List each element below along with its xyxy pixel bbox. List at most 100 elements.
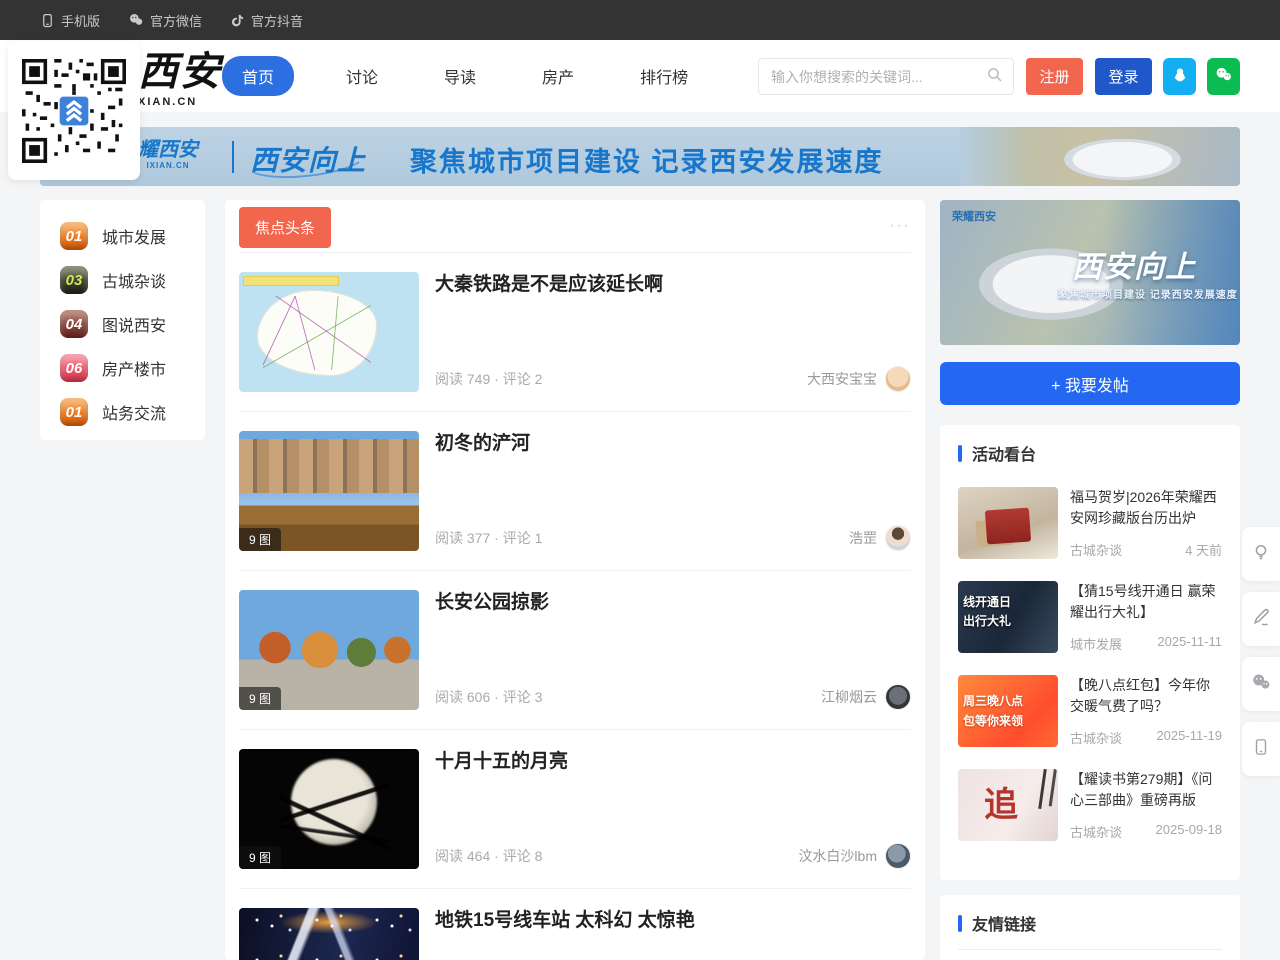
image-count-badge: 9 图 bbox=[239, 846, 281, 869]
site-logo-cn: 西安 bbox=[138, 48, 222, 96]
activity-category[interactable]: 古城杂谈 bbox=[1070, 540, 1122, 559]
tips-button[interactable] bbox=[1242, 527, 1280, 581]
nav-item-ranking[interactable]: 排行榜 bbox=[626, 56, 702, 96]
avatar[interactable] bbox=[885, 366, 911, 392]
banner-divider bbox=[232, 141, 234, 173]
post-author[interactable]: 浩罡 bbox=[849, 525, 911, 551]
sidebar-item-photo-xian[interactable]: 04 图说西安 bbox=[60, 302, 205, 346]
activity-category[interactable]: 城市发展 bbox=[1070, 634, 1122, 653]
post-thumbnail[interactable] bbox=[239, 272, 419, 392]
avatar[interactable] bbox=[885, 843, 911, 869]
wechat-icon bbox=[1214, 65, 1233, 88]
activity-category[interactable]: 古城杂谈 bbox=[1070, 822, 1122, 841]
post-row: 地铁15号线车站 太科幻 太惊艳 bbox=[239, 889, 911, 960]
nav-item-realestate[interactable]: 房产 bbox=[528, 56, 588, 96]
nav-item-home[interactable]: 首页 bbox=[222, 56, 294, 96]
activity-time: 2025-11-19 bbox=[1156, 728, 1222, 747]
nav-item-guide[interactable]: 导读 bbox=[430, 56, 490, 96]
tab-focus-headlines[interactable]: 焦点头条 bbox=[239, 207, 331, 248]
site-qr-code bbox=[8, 42, 140, 180]
activity-title: 【耀读书第279期】《问心三部曲》重磅再版 bbox=[1070, 769, 1222, 811]
post-row: 9 图 初冬的浐河 阅读 377 · 评论 1 浩罡 bbox=[239, 412, 911, 571]
post-meta: 阅读 464 · 评论 8 bbox=[435, 846, 542, 866]
activity-category[interactable]: 古城杂谈 bbox=[1070, 728, 1122, 747]
post-title[interactable]: 长安公园掠影 bbox=[435, 590, 911, 617]
sidebar-promo-banner[interactable]: 荣耀西安 西安向上 聚焦城市项目建设 记录西安发展速度 bbox=[940, 200, 1240, 345]
activity-title: 【晚八点红包】今年你交暖气费了吗？ bbox=[1070, 675, 1222, 717]
wechat-login-button[interactable] bbox=[1207, 58, 1240, 95]
qq-login-button[interactable] bbox=[1163, 58, 1196, 95]
activity-thumbnail: 周三晚八点包等你来领 bbox=[958, 675, 1058, 747]
banner-brand-cn: 耀西安 bbox=[138, 137, 198, 161]
wechat-chat-icon bbox=[1250, 671, 1272, 698]
sidebar-banner-brand: 荣耀西安 bbox=[952, 208, 996, 224]
topbar: 手机版 官方微信 官方抖音 bbox=[0, 0, 1280, 40]
sidebar-item-realestate[interactable]: 06 房产楼市 bbox=[60, 346, 205, 390]
topbar-wechat-link[interactable]: 官方微信 bbox=[128, 11, 202, 30]
mobile-version-button[interactable] bbox=[1242, 722, 1280, 776]
activity-item[interactable]: 追 【耀读书第279期】《问心三部曲》重磅再版 古城杂谈 2025-09-18 bbox=[958, 769, 1222, 841]
post-author[interactable]: 汶水白沙lbm bbox=[798, 843, 911, 869]
post-meta: 阅读 377 · 评论 1 bbox=[435, 528, 542, 548]
post-thumbnail[interactable]: 9 图 bbox=[239, 590, 419, 710]
forum-sidebar: 01 城市发展 03 古城杂谈 04 图说西安 06 房产楼市 01 站务交流 bbox=[40, 200, 205, 440]
banner-slogan-logo: 西安向上 bbox=[250, 139, 366, 179]
activity-item[interactable]: 福马贺岁|2026年荣耀西安网珍藏版台历出炉 古城杂谈 4 天前 bbox=[958, 487, 1222, 559]
post-feed: 焦点头条 ··· 大秦铁路是不是应该延长啊 阅读 749 · 评论 2 大西安宝… bbox=[225, 200, 925, 960]
sidebar-item-site-affairs[interactable]: 01 站务交流 bbox=[60, 390, 205, 434]
post-thumbnail[interactable]: 9 图 bbox=[239, 749, 419, 869]
login-button[interactable]: 登录 bbox=[1095, 58, 1152, 95]
activity-item[interactable]: 周三晚八点包等你来领 【晚八点红包】今年你交暖气费了吗？ 古城杂谈 2025-1… bbox=[958, 675, 1222, 747]
mobile-icon bbox=[40, 13, 55, 28]
post-title[interactable]: 大秦铁路是不是应该延长啊 bbox=[435, 272, 911, 299]
activity-item[interactable]: 线开通日出行大礼 【猜15号线开通日 赢荣耀出行大礼】 城市发展 2025-11… bbox=[958, 581, 1222, 653]
qr-code-image bbox=[22, 59, 126, 163]
post-thumbnail[interactable] bbox=[239, 908, 419, 960]
post-author[interactable]: 大西安宝宝 bbox=[807, 366, 911, 392]
post-title[interactable]: 地铁15号线车站 太科幻 太惊艳 bbox=[435, 908, 911, 935]
post-title[interactable]: 初冬的浐河 bbox=[435, 431, 911, 458]
more-ellipsis-icon[interactable]: ··· bbox=[889, 217, 911, 235]
friend-links-panel: 友情链接 西安都市快报 西安新闻网 bbox=[940, 895, 1240, 960]
activity-thumbnail: 追 bbox=[958, 769, 1058, 841]
activity-time: 2025-09-18 bbox=[1156, 822, 1223, 841]
banner-brand-en: IXIAN.CN bbox=[138, 161, 198, 170]
sidebar-item-city-dev[interactable]: 01 城市发展 bbox=[60, 214, 205, 258]
banner-brand: 耀西安 IXIAN.CN bbox=[138, 137, 198, 170]
search-box bbox=[758, 58, 1014, 95]
image-count-badge: 9 图 bbox=[239, 687, 281, 710]
site-logo[interactable]: 西安 XIAN.CN bbox=[138, 48, 222, 108]
site-logo-en: XIAN.CN bbox=[138, 96, 222, 108]
topbar-mobile-label: 手机版 bbox=[61, 11, 100, 30]
activity-title: 福马贺岁|2026年荣耀西安网珍藏版台历出炉 bbox=[1070, 487, 1222, 529]
post-title[interactable]: 十月十五的月亮 bbox=[435, 749, 911, 776]
register-button[interactable]: 注册 bbox=[1026, 58, 1083, 95]
avatar[interactable] bbox=[885, 684, 911, 710]
post-thumbnail[interactable]: 9 图 bbox=[239, 431, 419, 551]
stadium-photo bbox=[960, 127, 1240, 186]
mobile-phone-icon bbox=[1252, 738, 1270, 761]
edit-pencil-icon bbox=[1251, 607, 1271, 632]
topbar-mobile-link[interactable]: 手机版 bbox=[40, 11, 100, 30]
sidebar-item-oldtown-talk[interactable]: 03 古城杂谈 bbox=[60, 258, 205, 302]
create-post-button[interactable]: + 我要发帖 bbox=[940, 362, 1240, 405]
activity-time: 2025-11-11 bbox=[1157, 634, 1222, 653]
banner-headline: 聚焦城市项目建设 记录西安发展速度 bbox=[410, 140, 884, 179]
search-input[interactable] bbox=[759, 69, 986, 85]
wechat-contact-button[interactable] bbox=[1242, 657, 1280, 711]
forum-badge: 04 bbox=[60, 310, 88, 338]
activity-time: 4 天前 bbox=[1185, 540, 1222, 559]
topbar-douyin-link[interactable]: 官方抖音 bbox=[230, 11, 303, 30]
wechat-icon bbox=[128, 12, 144, 28]
promo-banner[interactable]: 耀西安 IXIAN.CN 西安向上 聚焦城市项目建设 记录西安发展速度 bbox=[40, 127, 1240, 186]
post-row: 9 图 长安公园掠影 阅读 606 · 评论 3 江柳烟云 bbox=[239, 571, 911, 730]
activity-thumbnail bbox=[958, 487, 1058, 559]
avatar[interactable] bbox=[885, 525, 911, 551]
post-author[interactable]: 江柳烟云 bbox=[821, 684, 911, 710]
write-post-button[interactable] bbox=[1242, 592, 1280, 646]
sidebar-banner-title: 西安向上 bbox=[1072, 242, 1196, 286]
nav-item-discuss[interactable]: 讨论 bbox=[332, 56, 392, 96]
search-icon[interactable] bbox=[986, 66, 1003, 88]
friend-links-title: 友情链接 bbox=[972, 911, 1036, 935]
lightbulb-icon bbox=[1251, 542, 1271, 567]
